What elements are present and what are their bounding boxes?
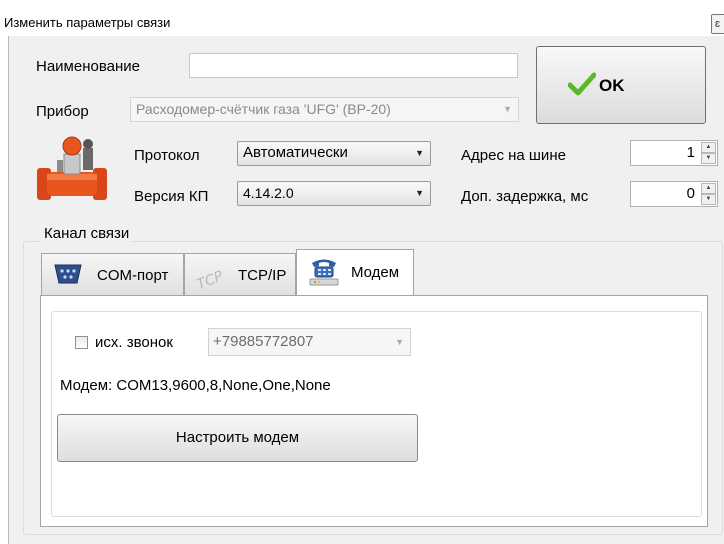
- chevron-down-icon: ▼: [503, 104, 512, 114]
- delay-label: Доп. задержка, мс: [461, 188, 589, 205]
- modem-info-text: Модем: COM13,9600,8,None,One,None: [60, 377, 331, 394]
- outgoing-call-label: исх. звонок: [95, 334, 173, 351]
- close-icon[interactable]: ɛ: [711, 14, 724, 34]
- device-label: Прибор: [36, 103, 89, 120]
- version-select[interactable]: 4.14.2.0 ▼: [237, 181, 431, 206]
- spin-up-icon[interactable]: ▲: [701, 142, 716, 153]
- name-input[interactable]: [189, 53, 518, 78]
- version-label: Версия КП: [134, 188, 209, 205]
- delay-spinner[interactable]: 0 ▲ ▼: [630, 181, 718, 207]
- tab-modem[interactable]: Модем: [296, 249, 414, 295]
- device-value: Расходомер-счётчик газа 'UFG' (BP-20): [136, 101, 391, 117]
- phone-value: +79885772807: [213, 333, 314, 350]
- tcp-icon: TCP: [195, 268, 226, 290]
- protocol-label: Протокол: [134, 147, 200, 164]
- configure-modem-button[interactable]: Настроить модем: [57, 414, 418, 462]
- chevron-down-icon: ▼: [415, 148, 424, 158]
- channel-group-title: Канал связи: [41, 225, 133, 242]
- chevron-down-icon: ▼: [415, 188, 424, 198]
- version-value: 4.14.2.0: [243, 185, 294, 201]
- tab-tcp-ip[interactable]: TCP TCP/IP: [184, 253, 296, 295]
- address-value: 1: [686, 144, 695, 161]
- name-label: Наименование: [36, 58, 140, 75]
- tab-label: COM-порт: [97, 267, 169, 284]
- ok-label: OK: [599, 76, 625, 95]
- window-title: Изменить параметры связи: [4, 15, 171, 30]
- checkmark-icon: [568, 72, 596, 96]
- phone-number-select[interactable]: +79885772807 ▼: [208, 328, 411, 356]
- device-select[interactable]: Расходомер-счётчик газа 'UFG' (BP-20) ▼: [130, 97, 519, 122]
- spin-up-icon[interactable]: ▲: [701, 183, 716, 194]
- protocol-value: Автоматически: [243, 144, 348, 161]
- gas-meter-icon: [37, 136, 107, 200]
- protocol-select[interactable]: Автоматически ▼: [237, 141, 431, 166]
- outgoing-call-checkbox[interactable]: [75, 336, 88, 349]
- spin-down-icon[interactable]: ▼: [701, 153, 716, 164]
- tab-com-port[interactable]: COM-порт: [41, 253, 184, 295]
- ok-button[interactable]: OK: [536, 46, 706, 124]
- chevron-down-icon: ▼: [395, 337, 404, 347]
- tab-label: Модем: [351, 264, 400, 281]
- svg-text:TCP: TCP: [195, 268, 226, 290]
- modem-phone-icon: [309, 259, 339, 286]
- serial-port-icon: [54, 264, 82, 284]
- address-label: Адрес на шине: [461, 147, 566, 164]
- tab-label: TCP/IP: [238, 267, 287, 284]
- delay-value: 0: [686, 185, 695, 202]
- address-spinner[interactable]: 1 ▲ ▼: [630, 140, 718, 166]
- spin-down-icon[interactable]: ▼: [701, 194, 716, 205]
